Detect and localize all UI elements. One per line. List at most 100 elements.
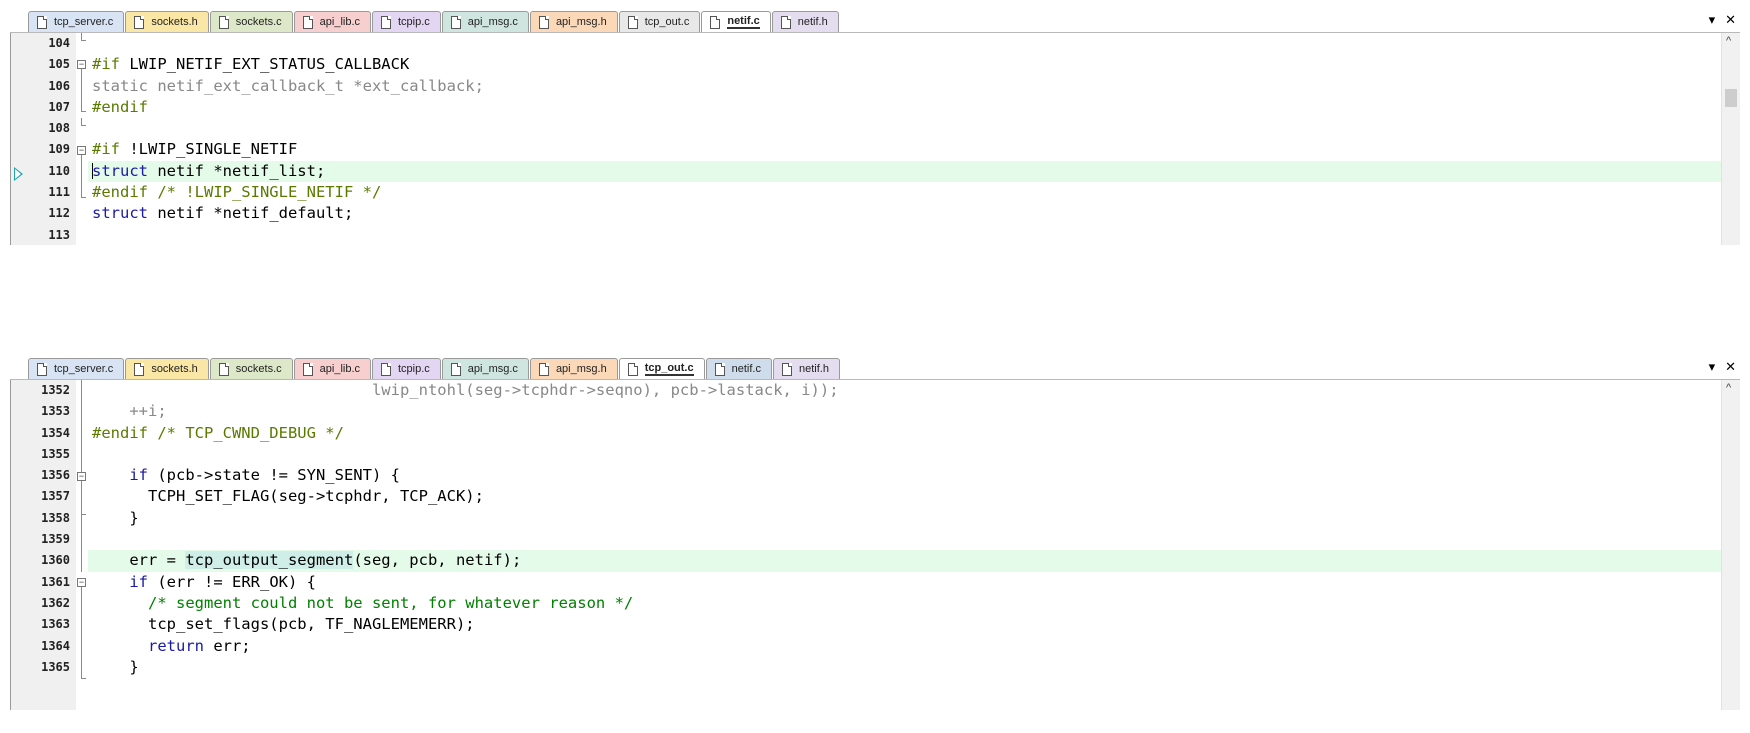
tab-netif-c[interactable]: netif.c bbox=[705, 358, 772, 379]
code-line[interactable] bbox=[88, 225, 1721, 245]
code-line[interactable]: } bbox=[88, 508, 1721, 529]
tab-sockets-c[interactable]: sockets.c bbox=[209, 358, 293, 379]
tab-label: api_msg.h bbox=[555, 363, 607, 375]
code-token: (seg, pcb, netif); bbox=[353, 551, 522, 570]
tab-tcp-server-c[interactable]: tcp_server.c bbox=[28, 358, 125, 379]
line-number: 1352 bbox=[41, 383, 70, 397]
code-line[interactable]: #endif bbox=[88, 97, 1721, 118]
scrollbar-thumb[interactable] bbox=[1725, 89, 1737, 107]
code-token: !LWIP_SINGLE_NETIF bbox=[120, 140, 298, 159]
scroll-up-icon[interactable]: ^ bbox=[1726, 382, 1731, 394]
fold-toggle-icon[interactable]: − bbox=[77, 146, 86, 155]
tab-bar-top: tcp_server.c sockets.h sockets.c api_lib.c t… bbox=[10, 10, 1740, 33]
tab-tcp-server-c[interactable]: tcp_server.c bbox=[28, 11, 125, 32]
tab-api-msg-c[interactable]: api_msg.c bbox=[441, 11, 529, 32]
code-line[interactable]: TCPH_SET_FLAG(seg->tcphdr, TCP_ACK); bbox=[88, 486, 1721, 507]
vertical-scrollbar[interactable]: ^ bbox=[1721, 380, 1740, 710]
vertical-scrollbar[interactable]: ^ bbox=[1721, 33, 1740, 245]
code-line[interactable]: #if !LWIP_SINGLE_NETIF bbox=[88, 139, 1721, 160]
tab-tcpip-c[interactable]: tcpip.c bbox=[372, 358, 441, 379]
code-line[interactable]: #endif /* !LWIP_SINGLE_NETIF */ bbox=[88, 182, 1721, 203]
document-icon bbox=[134, 15, 145, 29]
code-line[interactable]: ++i; bbox=[88, 401, 1721, 422]
editor-pane-bottom: tcp_server.c sockets.h sockets.c api_lib.c t… bbox=[10, 357, 1740, 720]
line-number: 1361 bbox=[41, 574, 70, 589]
tab-label: netif.h bbox=[797, 16, 828, 28]
bookmark-marker-icon bbox=[14, 167, 23, 181]
code-token: tcp_set_flags(pcb, TF_NAGLEMEMERR); bbox=[92, 615, 475, 634]
fold-toggle-icon[interactable]: − bbox=[77, 60, 86, 69]
line-number: 1353 bbox=[41, 404, 70, 419]
tab-sockets-c[interactable]: sockets.c bbox=[209, 11, 293, 32]
code-token: #if bbox=[92, 55, 120, 74]
code-view-top[interactable]: 104 105 106 107 108 109 110 111 112 113 − − #if L… bbox=[10, 33, 1740, 245]
tab-api-lib-c[interactable]: api_lib.c bbox=[293, 11, 371, 32]
code-line[interactable]: #endif /* TCP_CWND_DEBUG */ bbox=[88, 423, 1721, 444]
tab-netif-h[interactable]: netif.h bbox=[772, 358, 840, 379]
code-token: } bbox=[92, 508, 139, 527]
fold-toggle-icon[interactable]: − bbox=[77, 472, 86, 481]
marker-margin[interactable] bbox=[11, 380, 29, 710]
tab-label: sockets.h bbox=[151, 16, 198, 28]
tab-sockets-h[interactable]: sockets.h bbox=[125, 358, 209, 379]
tab-netif-h[interactable]: netif.h bbox=[771, 11, 839, 32]
code-line[interactable]: if (err != ERR_OK) { bbox=[88, 572, 1721, 593]
code-token: tcp_output_segment bbox=[185, 551, 354, 570]
tab-label: tcpip.c bbox=[398, 363, 430, 375]
line-number: 1364 bbox=[41, 638, 70, 653]
code-token: #if bbox=[92, 140, 120, 159]
code-text[interactable]: #if LWIP_NETIF_EXT_STATUS_CALLBACK static… bbox=[88, 33, 1721, 245]
code-line[interactable]: lwip_ntohl(seg->tcphdr->seqno), pcb->las… bbox=[88, 380, 1721, 401]
tab-sockets-h[interactable]: sockets.h bbox=[125, 11, 209, 32]
tab-api-msg-h[interactable]: api_msg.h bbox=[529, 11, 618, 32]
code-token: /* segment could not be sent, for whatev… bbox=[92, 593, 634, 612]
line-number: 112 bbox=[48, 206, 70, 221]
tab-list-dropdown-icon[interactable]: ▾ bbox=[1709, 359, 1716, 375]
code-line[interactable] bbox=[88, 444, 1721, 465]
document-icon bbox=[381, 362, 391, 376]
tab-tcp-out-c[interactable]: tcp_out.c bbox=[618, 358, 705, 379]
tab-tcp-out-c[interactable]: tcp_out.c bbox=[618, 11, 701, 32]
code-token: (err != ERR_OK) { bbox=[148, 572, 316, 591]
tab-tcpip-c[interactable]: tcpip.c bbox=[372, 11, 441, 32]
close-tab-icon[interactable]: ✕ bbox=[1725, 12, 1736, 28]
line-number: 1360 bbox=[41, 553, 70, 568]
tab-api-msg-h[interactable]: api_msg.h bbox=[529, 358, 618, 379]
fold-margin[interactable]: − − bbox=[76, 33, 88, 245]
code-line[interactable]: if (pcb->state != SYN_SENT) { bbox=[88, 465, 1721, 486]
code-line[interactable]: #if LWIP_NETIF_EXT_STATUS_CALLBACK bbox=[88, 54, 1721, 75]
line-number: 1355 bbox=[41, 446, 70, 461]
tab-label: tcp_server.c bbox=[54, 16, 114, 28]
tab-api-msg-c[interactable]: api_msg.c bbox=[441, 358, 529, 379]
code-line[interactable] bbox=[88, 529, 1721, 550]
fold-margin[interactable]: − − bbox=[76, 380, 88, 710]
tab-label: api_msg.c bbox=[467, 363, 518, 375]
code-line[interactable]: static netif_ext_callback_t *ext_callbac… bbox=[88, 76, 1721, 97]
marker-margin[interactable] bbox=[11, 33, 29, 245]
code-line[interactable]: return err; bbox=[88, 636, 1721, 657]
fold-toggle-icon[interactable]: − bbox=[77, 578, 86, 587]
tab-label: sockets.c bbox=[235, 16, 282, 28]
code-line[interactable]: struct netif *netif_default; bbox=[88, 203, 1721, 224]
tab-label: tcp_server.c bbox=[54, 363, 114, 375]
code-line[interactable]: /* segment could not be sent, for whatev… bbox=[88, 593, 1721, 614]
code-line[interactable]: struct netif *netif_list; bbox=[88, 160, 1721, 183]
document-icon bbox=[627, 15, 638, 29]
tab-netif-c[interactable]: netif.c bbox=[701, 11, 771, 32]
code-line[interactable]: err = tcp_output_segment(seg, pcb, netif… bbox=[88, 550, 1721, 572]
code-token: struct bbox=[92, 204, 148, 223]
code-line[interactable] bbox=[88, 33, 1721, 54]
document-icon bbox=[780, 15, 791, 29]
code-view-bottom[interactable]: 1352 1353 1354 1355 1356 1357 1358 1359 1360 1361… bbox=[10, 380, 1740, 710]
line-number-gutter: 104 105 106 107 108 109 110 111 112 113 bbox=[29, 33, 76, 245]
tab-list-dropdown-icon[interactable]: ▾ bbox=[1709, 12, 1716, 28]
tab-api-lib-c[interactable]: api_lib.c bbox=[293, 358, 371, 379]
code-line[interactable]: } bbox=[88, 657, 1721, 678]
close-tab-icon[interactable]: ✕ bbox=[1725, 359, 1736, 375]
line-number: 109 bbox=[48, 142, 70, 157]
scroll-up-icon[interactable]: ^ bbox=[1726, 35, 1731, 47]
code-line[interactable]: tcp_set_flags(pcb, TF_NAGLEMEMERR); bbox=[88, 614, 1721, 635]
code-line[interactable] bbox=[88, 118, 1721, 139]
code-text[interactable]: lwip_ntohl(seg->tcphdr->seqno), pcb->las… bbox=[88, 380, 1721, 710]
code-token: lwip_ntohl(seg->tcphdr->seqno), pcb->las… bbox=[92, 381, 839, 399]
